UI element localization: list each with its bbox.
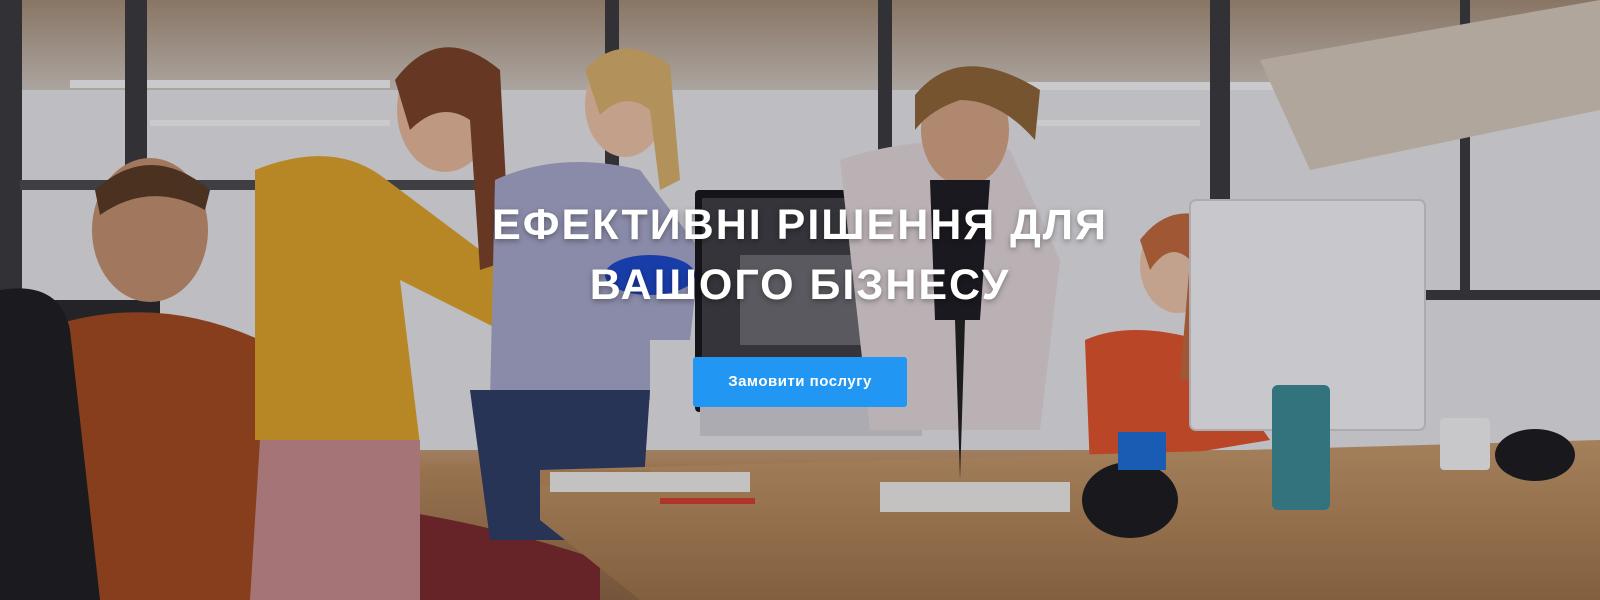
hero-title-line-2: ВАШОГО БІЗНЕСУ [589, 261, 1011, 309]
hero-title-line-1: ЕФЕКТИВНІ РІШЕННЯ ДЛЯ [492, 201, 1108, 249]
order-service-button[interactable]: Замовити послугу [693, 357, 907, 407]
hero-title: ЕФЕКТИВНІ РІШЕННЯ ДЛЯ ВАШОГО БІЗНЕСУ [450, 195, 1150, 315]
hero-content: ЕФЕКТИВНІ РІШЕННЯ ДЛЯ ВАШОГО БІЗНЕСУ Зам… [0, 195, 1600, 407]
hero-banner: ЕФЕКТИВНІ РІШЕННЯ ДЛЯ ВАШОГО БІЗНЕСУ Зам… [0, 0, 1600, 600]
